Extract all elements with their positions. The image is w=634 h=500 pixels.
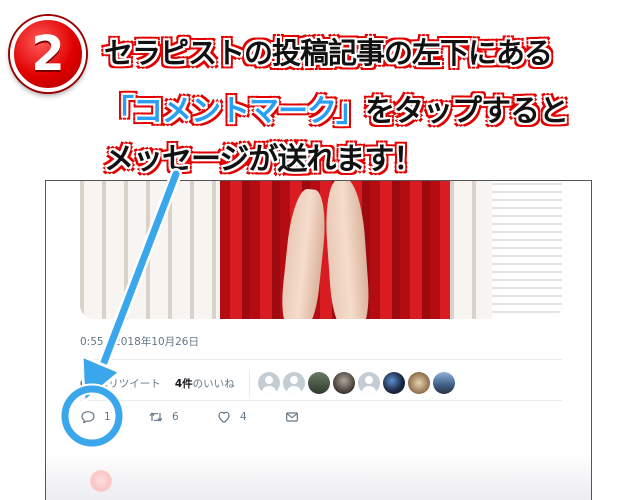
reply-count: 1	[104, 411, 111, 423]
retweet-stat-count: 6件	[80, 377, 98, 390]
heart-icon	[218, 411, 230, 423]
next-tweet-fade	[46, 453, 591, 500]
retweet-button[interactable]: 6	[148, 409, 216, 425]
reply-button[interactable]: 1	[80, 409, 148, 425]
stats-separator	[248, 369, 250, 397]
like-button[interactable]: 4	[216, 409, 284, 425]
like-count: 4	[240, 411, 247, 423]
avatar[interactable]	[357, 372, 380, 394]
tweet-stats: 6件のリツイート 4件のいいね	[80, 367, 562, 399]
avatar[interactable]	[90, 470, 112, 492]
divider-bottom	[80, 400, 562, 401]
retweet-count: 6	[172, 411, 179, 423]
tweet-actions: 1 6 4	[80, 403, 380, 431]
avatar[interactable]	[432, 372, 455, 394]
photo-door-left	[80, 181, 220, 319]
instruction-line-2: 「コメントマーク」をタップすると	[104, 86, 569, 130]
liker-avatars	[257, 372, 455, 394]
photo-blind	[492, 181, 562, 319]
tweet-timestamp[interactable]: 0:55 - 2018年10月26日	[80, 334, 199, 349]
avatar[interactable]	[407, 372, 430, 394]
like-stat-count: 4件	[174, 377, 193, 390]
instruction-line-1: セラピストの投稿記事の左下にある	[104, 36, 553, 70]
envelope-icon	[286, 412, 298, 422]
photo-door-right	[450, 181, 492, 319]
avatar[interactable]	[307, 372, 330, 394]
avatar[interactable]	[282, 372, 305, 394]
retweet-stat-label: のリツイート	[97, 377, 161, 390]
reply-icon	[81, 411, 95, 424]
tweet-card: 0:55 - 2018年10月26日 6件のリツイート 4件のいいね 1 6 4	[45, 180, 592, 500]
avatar[interactable]	[332, 372, 355, 394]
avatar[interactable]	[382, 372, 405, 394]
retweet-stat[interactable]: 6件のリツイート	[80, 376, 161, 391]
comment-mark-highlight: 「コメントマーク」	[104, 94, 366, 129]
like-stat-label: のいいね	[192, 377, 235, 390]
direct-message-button[interactable]	[284, 409, 352, 425]
instruction-line-3: メッセージが送れます！	[104, 142, 423, 177]
tweet-photo[interactable]	[80, 181, 562, 319]
like-stat[interactable]: 4件のいいね	[175, 376, 235, 391]
divider-top	[80, 359, 562, 360]
instruction-line-2-rest: をタップすると	[365, 94, 569, 129]
avatar[interactable]	[257, 372, 280, 394]
step-number-badge: 2	[10, 16, 86, 92]
retweet-icon	[149, 412, 163, 422]
